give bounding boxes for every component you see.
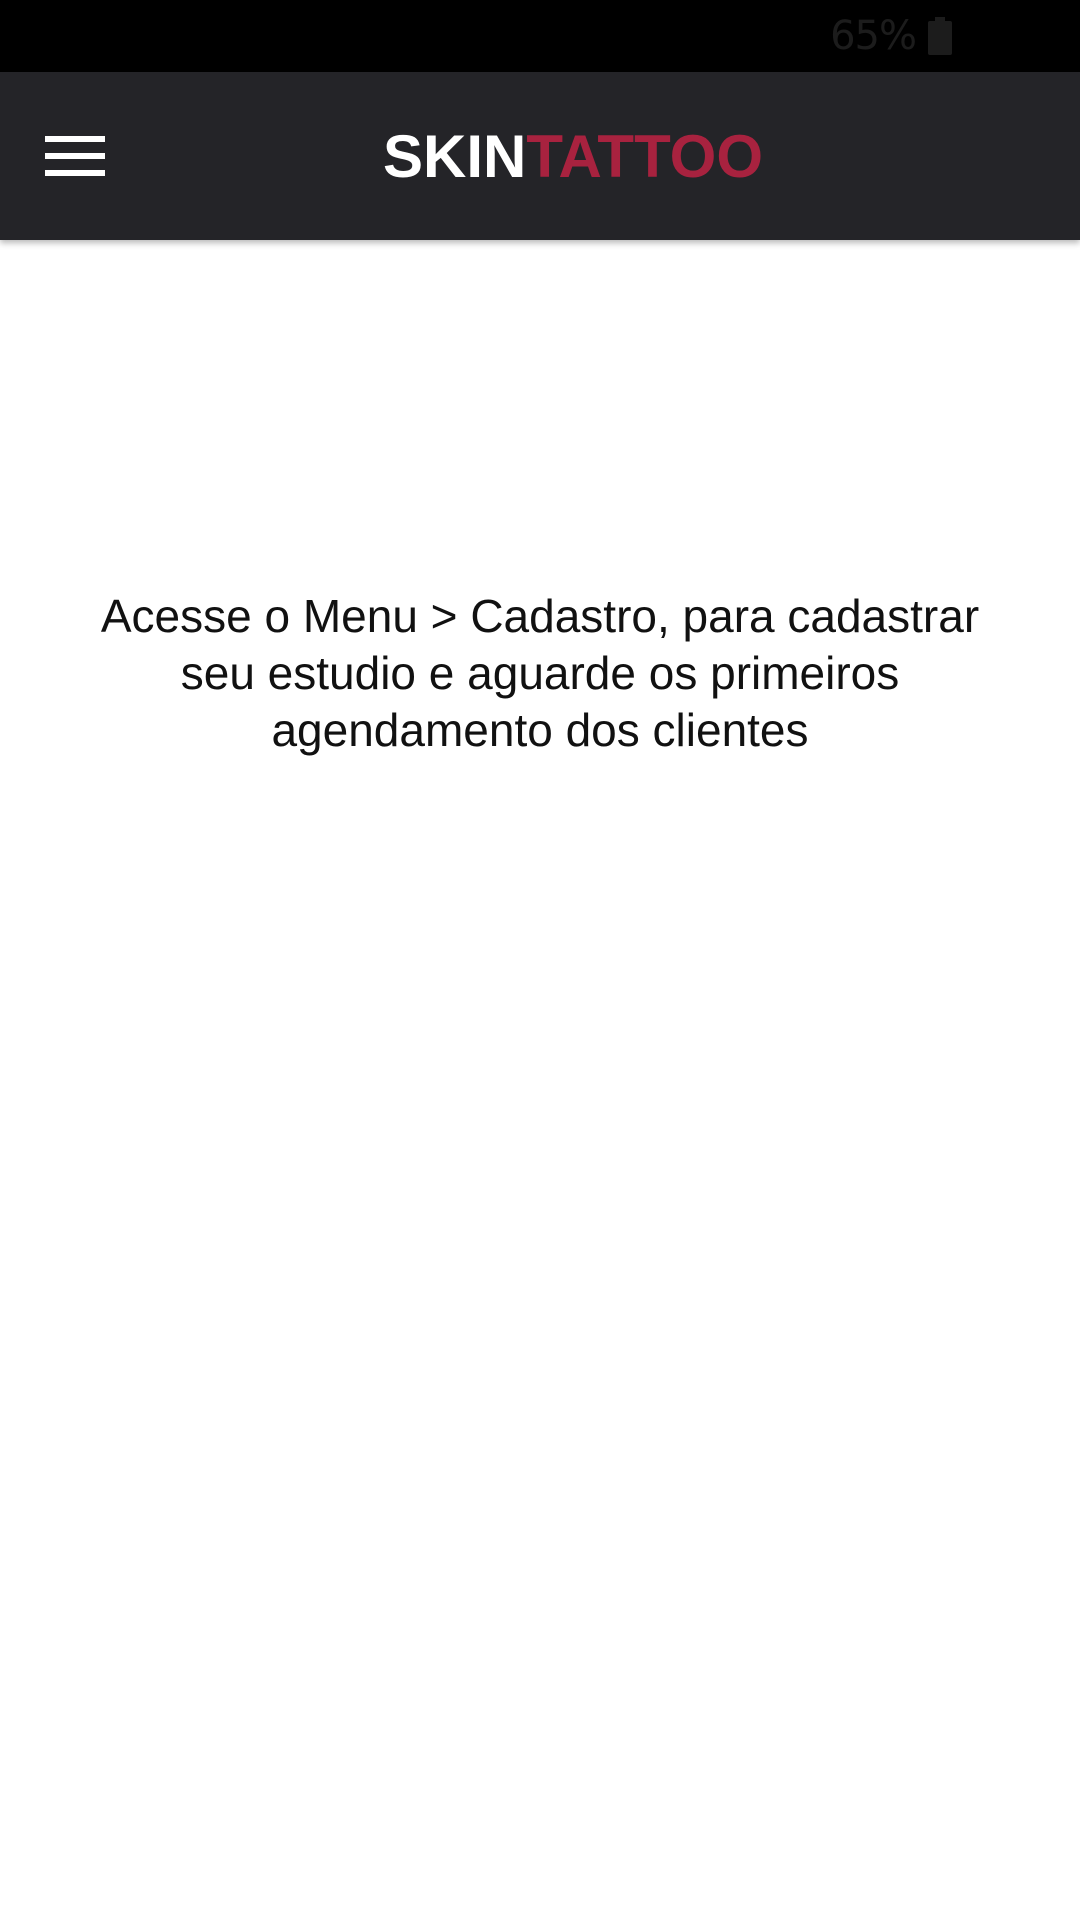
status-bar: 65%	[0, 0, 1080, 72]
battery-percent: 65%	[830, 13, 917, 59]
battery-icon	[928, 17, 952, 55]
empty-state-message: Acesse o Menu > Cadastro, para cadastrar…	[100, 590, 980, 756]
logo-tattoo-text: TATTOO	[526, 122, 763, 190]
app-bar: SKIN TATTOO	[0, 72, 1080, 240]
status-right: 65%	[830, 0, 952, 72]
logo-skin-text: SKIN	[383, 122, 527, 190]
main-content: Acesse o Menu > Cadastro, para cadastrar…	[0, 240, 1080, 1920]
app-logo: SKIN TATTOO	[0, 72, 1080, 240]
